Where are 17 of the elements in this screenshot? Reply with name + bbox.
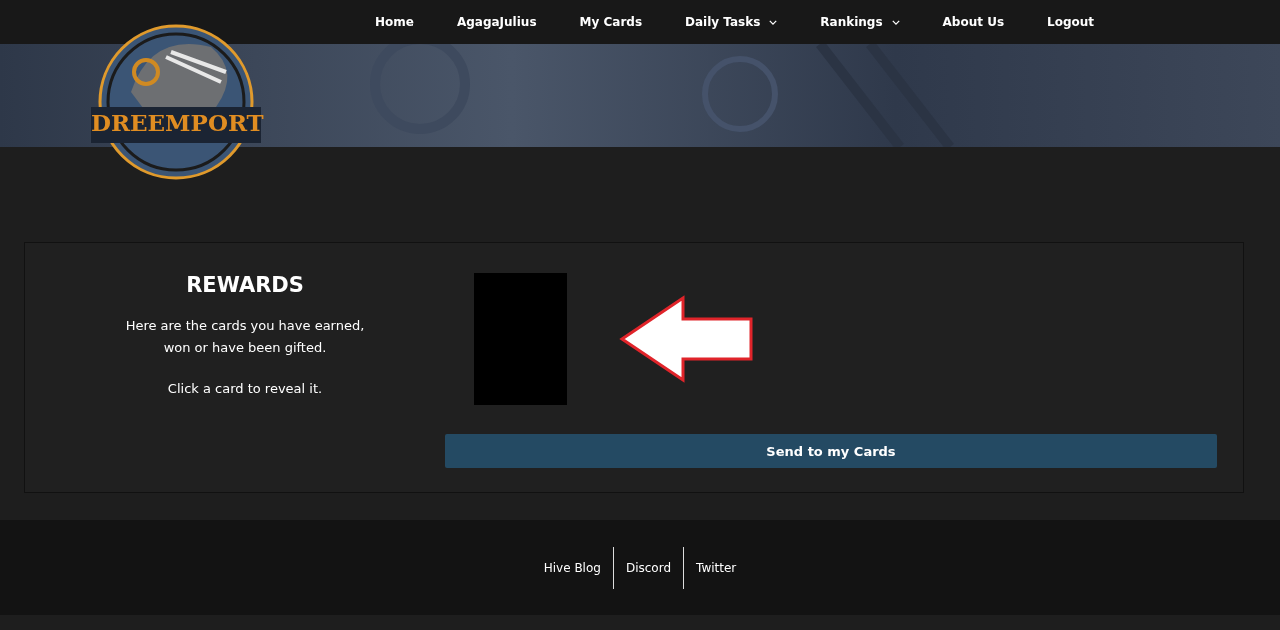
footer-link[interactable]: Discord: [612, 546, 684, 589]
nav-link[interactable]: AgagaJulius: [456, 15, 537, 29]
chevron-down-icon: [769, 19, 778, 25]
nav-link[interactable]: Logout: [1047, 15, 1095, 29]
nav-link[interactable]: My Cards: [579, 15, 643, 29]
footer-link[interactable]: Hive Blog: [531, 546, 613, 589]
rewards-title: REWARDS: [185, 273, 305, 297]
left-arrow-icon: [619, 295, 755, 383]
reveal-hint: Click a card to reveal it.: [166, 381, 324, 396]
chevron-down-icon: [891, 19, 900, 25]
nav-link[interactable]: Home: [375, 15, 414, 29]
footer-link[interactable]: Twitter: [683, 546, 749, 589]
nav-link[interactable]: About Us: [942, 15, 1005, 29]
nav-link[interactable]: Rankings: [820, 15, 900, 29]
rewards-description: Here are the cards you have earned, won or have been gifted.: [124, 317, 366, 357]
send-to-cards-button[interactable]: Send to my Cards: [445, 434, 1217, 468]
nav-link[interactable]: Daily Tasks: [685, 15, 778, 29]
